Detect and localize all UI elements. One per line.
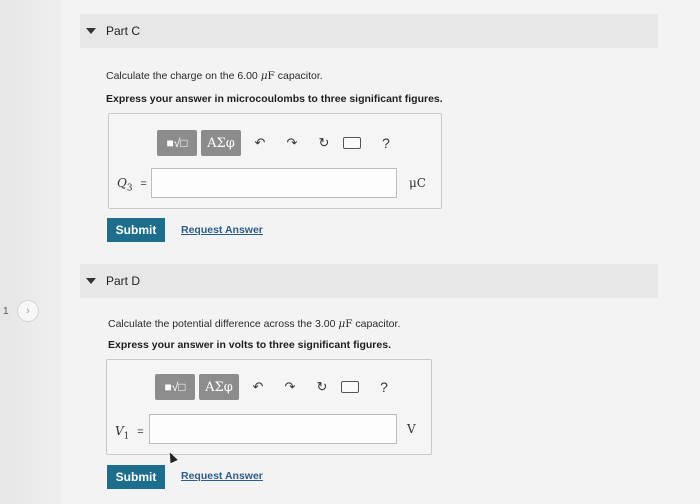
greek-symbols-button[interactable]: ΑΣφ <box>199 374 239 400</box>
request-answer-link[interactable]: Request Answer <box>181 470 263 482</box>
question-suffix: capacitor. <box>352 318 401 330</box>
part-c-answer-box: ■√□ ΑΣφ ↶ ↷ ↻ ? Q3 = μC <box>108 113 442 209</box>
left-margin: 1 › <box>0 0 62 504</box>
part-d-instruction: Express your answer in volts to three si… <box>108 339 391 351</box>
part-c-question: Calculate the charge on the 6.00 μF capa… <box>106 70 323 82</box>
variable-label: V1 = <box>115 424 144 441</box>
part-c-instruction: Express your answer in microcoulombs to … <box>106 93 443 105</box>
equals-sign: = <box>137 426 144 438</box>
reset-icon[interactable]: ↻ <box>313 132 335 154</box>
collapse-caret-icon[interactable] <box>86 28 96 34</box>
page-number: 1 <box>3 306 9 317</box>
part-c-title: Part C <box>106 24 141 38</box>
part-d-header[interactable]: Part D <box>80 264 658 298</box>
variable-symbol: Q <box>117 176 127 190</box>
help-icon[interactable]: ? <box>373 376 395 398</box>
variable-subscript: 1 <box>123 431 130 442</box>
mu-symbol: μ <box>260 70 268 82</box>
farad-unit: F <box>345 318 353 330</box>
part-d-question: Calculate the potential difference acros… <box>108 318 400 330</box>
part-c-header[interactable]: Part C <box>80 14 658 48</box>
unit-label: μC <box>409 176 426 190</box>
reset-icon[interactable]: ↻ <box>311 376 333 398</box>
question-text: Calculate the charge on the 6.00 <box>106 70 261 82</box>
greek-symbols-button[interactable]: ΑΣφ <box>201 130 241 156</box>
submit-button[interactable]: Submit <box>107 218 165 242</box>
part-d-answer-box: ■√□ ΑΣφ ↶ ↷ ↻ ? V1 = V <box>106 359 432 455</box>
templates-button[interactable]: ■√□ <box>155 374 195 400</box>
chevron-right-icon: › <box>26 305 30 317</box>
answer-input[interactable] <box>151 168 397 198</box>
equals-sign: = <box>140 178 147 190</box>
variable-subscript: 3 <box>126 183 133 194</box>
answer-input[interactable] <box>149 414 397 444</box>
farad-unit: F <box>267 70 275 82</box>
part-d-title: Part D <box>106 274 141 288</box>
undo-icon[interactable]: ↶ <box>247 376 269 398</box>
keyboard-icon[interactable] <box>341 132 363 154</box>
variable-symbol: V <box>115 424 124 438</box>
redo-icon[interactable]: ↷ <box>281 132 303 154</box>
submit-button[interactable]: Submit <box>107 465 165 489</box>
variable-label: Q3 = <box>117 176 147 193</box>
undo-icon[interactable]: ↶ <box>249 132 271 154</box>
collapse-caret-icon[interactable] <box>86 278 96 284</box>
question-text: Calculate the potential difference acros… <box>108 318 339 330</box>
unit-label: V <box>407 422 416 436</box>
redo-icon[interactable]: ↷ <box>279 376 301 398</box>
keyboard-icon[interactable] <box>339 376 361 398</box>
next-page-button[interactable]: › <box>17 300 39 322</box>
math-toolbar: ■√□ ΑΣφ ↶ ↷ ↻ ? <box>155 374 388 400</box>
templates-button[interactable]: ■√□ <box>157 130 197 156</box>
help-icon[interactable]: ? <box>375 132 397 154</box>
math-toolbar: ■√□ ΑΣφ ↶ ↷ ↻ ? <box>157 130 390 156</box>
question-suffix: capacitor. <box>274 70 323 82</box>
request-answer-link[interactable]: Request Answer <box>181 224 263 236</box>
